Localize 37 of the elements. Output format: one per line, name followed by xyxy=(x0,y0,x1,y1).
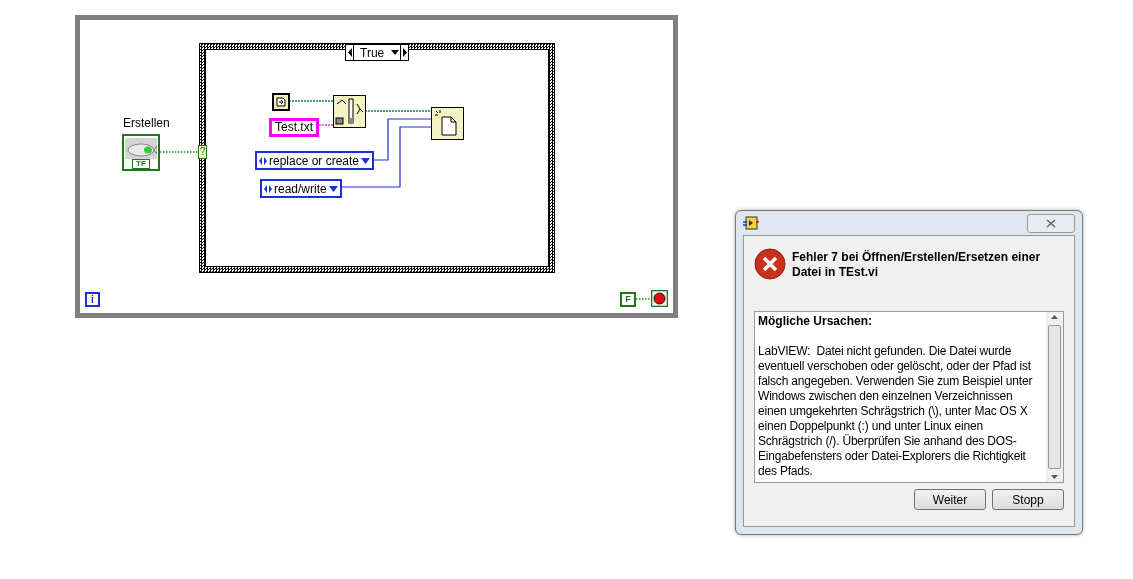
control-label: Erstellen xyxy=(123,117,170,129)
open-file-icon xyxy=(431,107,464,140)
enum-constant[interactable]: replace or create xyxy=(255,151,375,170)
case-selector[interactable]: True xyxy=(345,44,410,61)
scroll-down-arrow-icon[interactable] xyxy=(1051,475,1058,479)
scroll-up-arrow-icon[interactable] xyxy=(1051,315,1058,319)
wire xyxy=(364,110,432,112)
error-message: LabVIEW: Datei nicht gefunden. Die Datei wurde eventuell verschoben oder gelöscht, oder der Pfad ist falsch angegeben. Verwenden Sie zum Beispiel unter Windows zwischen den einzelnen Verzeichnissen einen umgekehrten Schrägstrich (\), unter Mac OS X einen Doppelpunkt (:) und unter Linux einen Schrägstrich (/). Überprüfen Sie anhand des DOS-Eingabefensters oder Datei-Explorers die Richtigkeit des Pfads. xyxy=(758,344,1034,479)
dialog-button[interactable]: Stopp xyxy=(992,489,1064,510)
close-icon xyxy=(1046,218,1056,228)
path-constant: Test.txt xyxy=(269,118,319,137)
dialog-button[interactable]: Weiter xyxy=(914,489,986,510)
enum-constant[interactable]: read/write xyxy=(260,179,342,198)
stop-terminal-icon xyxy=(651,290,668,307)
close-button[interactable] xyxy=(1027,213,1075,233)
wire xyxy=(635,298,652,300)
causes-heading: Mögliche Ursachen: xyxy=(758,314,874,329)
wire xyxy=(159,151,200,153)
boolean-control-terminal[interactable]: TF xyxy=(122,134,160,171)
scrollbar-thumb[interactable] xyxy=(1048,325,1061,469)
path-constant-icon xyxy=(272,93,290,111)
error-heading: Fehler 7 bei Öffnen/Erstellen/Ersetzen einer Datei in TEst.vi xyxy=(792,249,1042,280)
decrement-arrow-icon xyxy=(346,45,354,60)
build-path-icon xyxy=(333,95,366,128)
wire xyxy=(288,100,334,102)
boolean-constant: F xyxy=(620,292,636,307)
increment-arrows-icon xyxy=(259,156,267,165)
app-icon xyxy=(743,216,759,230)
error-icon xyxy=(754,248,786,280)
dropdown-arrow-icon xyxy=(328,184,338,193)
terminal-type-label: TF xyxy=(132,159,150,169)
selector-terminal: ? xyxy=(198,145,207,159)
increment-arrows-icon xyxy=(264,184,272,193)
toggle-icon xyxy=(125,138,157,159)
case-label: True xyxy=(359,46,386,59)
dropdown-arrow-icon xyxy=(361,156,371,165)
iteration-terminal: i xyxy=(85,292,100,307)
